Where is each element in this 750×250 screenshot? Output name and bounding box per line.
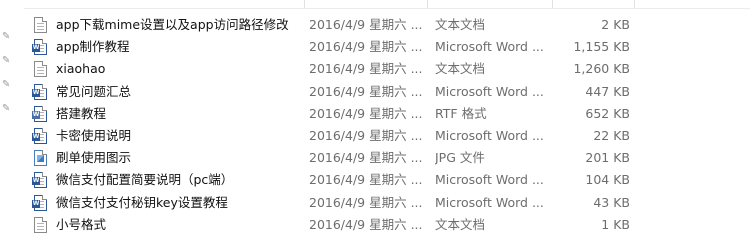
file-date-modified: 2016/4/9 星期六 ... xyxy=(309,127,423,143)
file-row[interactable]: W 微信支付支付秘钥key设置教程 2016/4/9 星期六 ... Microsof… xyxy=(28,192,750,214)
file-size: 447 KB xyxy=(585,83,630,99)
pin-icon[interactable]: ✎ xyxy=(2,32,12,42)
column-divider[interactable] xyxy=(552,0,553,8)
pin-icon[interactable]: ✎ xyxy=(2,56,12,66)
word-document-icon: W xyxy=(32,172,47,189)
text-file-icon xyxy=(34,61,47,78)
navigation-pane: ✎ ✎ ✎ ✎ xyxy=(0,0,24,250)
file-row[interactable]: Wapp制作教程 2016/4/9 星期六 ... Microsoft Word .… xyxy=(28,36,750,58)
file-date-modified: 2016/4/9 星期六 ... xyxy=(309,105,423,121)
file-name: xiaohao xyxy=(56,61,106,77)
file-type: Microsoft Word ... xyxy=(435,39,544,55)
word-document-icon: W xyxy=(32,127,47,144)
file-date-modified: 2016/4/9 星期六 ... xyxy=(309,83,423,99)
file-type: 文本文档 xyxy=(435,216,486,232)
file-date-modified: 2016/4/9 星期六 ... xyxy=(309,17,423,32)
file-name: 小号格式 xyxy=(56,216,107,232)
text-file-icon xyxy=(34,17,47,33)
file-row[interactable]: app下载mime设置以及app访问路径修改 2016/4/9 星期六 ... 文本… xyxy=(28,14,750,36)
word-document-icon: W xyxy=(32,39,47,56)
file-name: 搭建教程 xyxy=(56,105,107,121)
file-row[interactable]: 小号格式 2016/4/9 星期六 ... 文本文档 1 KB xyxy=(28,214,750,236)
file-date-modified: 2016/4/9 星期六 ... xyxy=(309,61,423,77)
word-document-icon: W xyxy=(32,194,47,211)
file-size: 1 KB xyxy=(601,216,630,232)
file-type: Microsoft Word ... xyxy=(435,194,544,210)
file-date-modified: 2016/4/9 星期六 ... xyxy=(309,172,423,188)
column-header-strip xyxy=(24,0,750,9)
text-file-icon xyxy=(34,216,47,233)
file-row[interactable]: 刷单使用图示 2016/4/9 星期六 ... JPG 文件 201 KB xyxy=(28,147,750,169)
column-divider[interactable] xyxy=(304,0,305,8)
file-name: 刷单使用图示 xyxy=(56,150,132,166)
file-row[interactable]: W 微信支付配置简要说明（pc端） 2016/4/9 星期六 ... Microsof… xyxy=(28,169,750,191)
file-name: 微信支付配置简要说明（pc端） xyxy=(56,172,234,188)
jpg-image-icon xyxy=(34,150,47,167)
file-row[interactable]: W 搭建教程 2016/4/9 星期六 ... RTF 格式 652 KB xyxy=(28,103,750,125)
file-row[interactable]: W 卡密使用说明 2016/4/9 星期六 ... Microsoft Word ..… xyxy=(28,125,750,147)
file-type: 文本文档 xyxy=(435,61,486,77)
pin-icon[interactable]: ✎ xyxy=(2,80,12,90)
file-type: RTF 格式 xyxy=(435,105,487,121)
file-row[interactable]: xiaohao 2016/4/9 星期六 ... 文本文档 1,260 KB xyxy=(28,58,750,80)
file-size: 2 KB xyxy=(601,17,630,32)
file-name: app下载mime设置以及app访问路径修改 xyxy=(56,17,289,32)
word-document-icon: W xyxy=(32,83,47,100)
file-name: app制作教程 xyxy=(56,39,130,55)
file-type: Microsoft Word ... xyxy=(435,83,544,99)
file-type: Microsoft Word ... xyxy=(435,172,544,188)
file-date-modified: 2016/4/9 星期六 ... xyxy=(309,216,423,232)
file-type: Microsoft Word ... xyxy=(435,127,544,143)
file-date-modified: 2016/4/9 星期六 ... xyxy=(309,194,423,210)
file-size: 1,155 KB xyxy=(573,39,630,55)
file-row[interactable]: W 常见问题汇总 2016/4/9 星期六 ... Microsoft Word ..… xyxy=(28,81,750,103)
file-size: 201 KB xyxy=(585,150,630,166)
file-size: 22 KB xyxy=(593,127,630,143)
rtf-document-icon: W xyxy=(32,105,47,122)
file-name: 卡密使用说明 xyxy=(56,127,132,143)
pin-icon[interactable]: ✎ xyxy=(2,104,12,114)
file-size: 43 KB xyxy=(593,194,630,210)
file-date-modified: 2016/4/9 星期六 ... xyxy=(309,39,423,55)
file-date-modified: 2016/4/9 星期六 ... xyxy=(309,150,423,166)
file-type: JPG 文件 xyxy=(435,150,485,166)
file-size: 104 KB xyxy=(585,172,630,188)
column-divider[interactable] xyxy=(634,0,635,8)
file-size: 652 KB xyxy=(585,105,630,121)
file-type: 文本文档 xyxy=(435,17,486,32)
file-list: app下载mime设置以及app访问路径修改 2016/4/9 星期六 ... 文本… xyxy=(28,14,750,236)
file-size: 1,260 KB xyxy=(573,61,630,77)
file-name: 常见问题汇总 xyxy=(56,83,132,99)
column-divider[interactable] xyxy=(427,0,428,8)
file-name: 微信支付支付秘钥key设置教程 xyxy=(56,194,228,210)
